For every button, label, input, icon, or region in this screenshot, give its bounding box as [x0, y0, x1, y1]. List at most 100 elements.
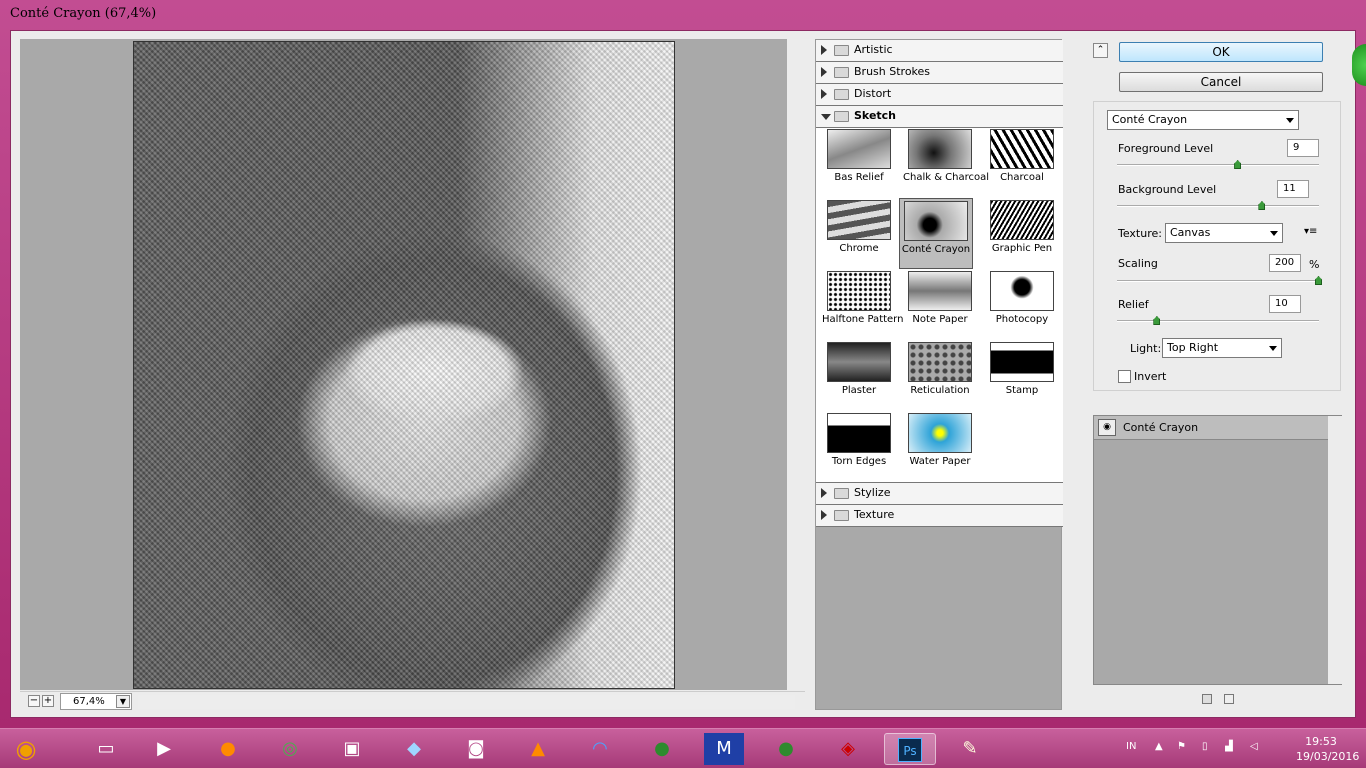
firefox-icon[interactable]: ● — [208, 733, 248, 765]
signal-icon[interactable]: ▟ — [1225, 741, 1233, 752]
category-texture[interactable]: Texture — [816, 505, 1063, 527]
thumb-bas-relief[interactable]: Bas Relief — [822, 129, 896, 183]
filter-gallery: Artistic Brush Strokes Distort Sketch Ba… — [815, 39, 1063, 710]
ok-button[interactable]: OK — [1119, 42, 1323, 62]
category-sketch[interactable]: Sketch — [816, 106, 1063, 128]
terminal-icon[interactable]: ▣ — [332, 733, 372, 765]
thumb-torn-edges[interactable]: Torn Edges — [822, 413, 896, 467]
dropdown-arrow-icon — [1269, 346, 1277, 351]
category-distort[interactable]: Distort — [816, 84, 1063, 106]
explorer-icon[interactable]: ▭ — [86, 733, 126, 765]
expand-arrow-icon — [821, 67, 827, 77]
preview-vertical-scrollbar[interactable] — [787, 39, 805, 690]
preview-image — [133, 41, 675, 689]
preview-zoom-bar: − + 67,4% ▼ — [20, 691, 805, 711]
app-eye-icon[interactable]: ◈ — [828, 733, 868, 765]
invert-checkbox[interactable] — [1118, 370, 1131, 383]
preview-area[interactable] — [20, 39, 805, 690]
vlc-icon[interactable]: ▲ — [518, 733, 558, 765]
light-label: Light: — [1130, 342, 1162, 355]
thumb-charcoal[interactable]: Charcoal — [985, 129, 1059, 183]
new-effect-layer-icon[interactable] — [1202, 694, 1212, 704]
chrome-icon[interactable]: ◎ — [270, 733, 310, 765]
thumb-halftone-pattern[interactable]: Halftone Pattern — [822, 271, 903, 325]
cancel-button[interactable]: Cancel — [1119, 72, 1323, 92]
app-m-icon[interactable]: M — [704, 733, 744, 765]
filter-gallery-dialog: − + 67,4% ▼ Artistic Brush Strokes Disto… — [10, 30, 1356, 718]
light-select[interactable]: Top Right — [1162, 338, 1282, 358]
effect-layers-panel: ◉ Conté Crayon — [1093, 415, 1342, 685]
expand-arrow-icon — [821, 45, 827, 55]
show-hidden-icons[interactable]: ▲ — [1155, 741, 1163, 752]
foreground-level-slider[interactable] — [1117, 160, 1319, 169]
app-green-2-icon[interactable]: ● — [766, 733, 806, 765]
collapse-arrow-icon — [821, 114, 831, 120]
collapse-gallery-icon[interactable]: ⌃ — [1093, 43, 1108, 58]
volume-icon[interactable]: ◁ — [1250, 741, 1258, 752]
thumb-conte-crayon[interactable]: Conté Crayon — [899, 198, 973, 269]
language-indicator[interactable]: IN — [1126, 741, 1136, 752]
wifi-icon[interactable]: ◠ — [580, 733, 620, 765]
thumb-graphic-pen[interactable]: Graphic Pen — [985, 200, 1059, 254]
zoom-in-button[interactable]: + — [42, 695, 54, 707]
thumb-water-paper[interactable]: Water Paper — [903, 413, 977, 467]
camera-icon[interactable]: ◙ — [456, 733, 496, 765]
expand-arrow-icon — [821, 488, 827, 498]
folder-icon — [834, 45, 849, 56]
texture-menu-icon[interactable]: ▾≡ — [1304, 226, 1317, 237]
scaling-label: Scaling — [1118, 257, 1158, 270]
filter-select[interactable]: Conté Crayon — [1107, 110, 1299, 130]
invert-label: Invert — [1134, 370, 1167, 383]
scaling-unit: % — [1309, 258, 1320, 271]
eye-icon[interactable]: ◉ — [1098, 419, 1116, 436]
relief-label: Relief — [1118, 298, 1149, 311]
expand-arrow-icon — [821, 89, 827, 99]
dropdown-arrow-icon — [1286, 118, 1294, 123]
layers-scrollbar[interactable] — [1328, 416, 1342, 684]
effect-layer-row[interactable]: ◉ Conté Crayon — [1094, 416, 1328, 440]
foreground-level-field[interactable]: 9 — [1287, 139, 1319, 157]
background-level-field[interactable]: 11 — [1277, 180, 1309, 198]
title-bar: Conté Crayon (67,4%) — [0, 0, 1366, 28]
notes-icon[interactable]: ◆ — [394, 733, 434, 765]
zoom-dropdown-icon[interactable]: ▼ — [116, 695, 130, 708]
photoshop-task-icon[interactable]: Ps — [884, 733, 936, 765]
flag-icon[interactable]: ⚑ — [1177, 741, 1186, 752]
window-frame: Conté Crayon (67,4%) − + 67,4% ▼ Artisti… — [0, 0, 1366, 728]
thumb-note-paper[interactable]: Note Paper — [903, 271, 977, 325]
relief-slider[interactable] — [1117, 316, 1319, 325]
thumb-plaster[interactable]: Plaster — [822, 342, 896, 396]
thumb-chrome[interactable]: Chrome — [822, 200, 896, 254]
start-button-icon[interactable]: ◉ — [6, 733, 46, 765]
battery-icon[interactable]: ▯ — [1202, 741, 1208, 752]
background-level-slider[interactable] — [1117, 201, 1319, 210]
zoom-out-button[interactable]: − — [28, 695, 40, 707]
folder-icon — [834, 488, 849, 499]
scaling-slider[interactable] — [1117, 276, 1322, 285]
clock-date: 19/03/2016 — [1296, 750, 1360, 763]
delete-effect-layer-icon[interactable] — [1224, 694, 1234, 704]
category-artistic[interactable]: Artistic — [816, 40, 1063, 62]
preview-horizontal-scrollbar[interactable] — [138, 695, 795, 709]
background-level-label: Background Level — [1118, 183, 1217, 196]
expand-arrow-icon — [821, 510, 827, 520]
thumb-stamp[interactable]: Stamp — [985, 342, 1059, 396]
gallery-scrollbar[interactable] — [1063, 39, 1079, 710]
app-green-icon[interactable]: ● — [642, 733, 682, 765]
media-player-icon[interactable]: ▶ — [144, 733, 184, 765]
thumb-chalk-charcoal[interactable]: Chalk & Charcoal — [903, 129, 989, 183]
thumb-photocopy[interactable]: Photocopy — [985, 271, 1059, 325]
folder-icon — [834, 67, 849, 78]
folder-icon — [834, 111, 849, 122]
window-title: Conté Crayon (67,4%) — [10, 6, 157, 21]
thumb-reticulation[interactable]: Reticulation — [903, 342, 977, 396]
category-stylize[interactable]: Stylize — [816, 483, 1063, 505]
texture-select[interactable]: Canvas — [1165, 223, 1283, 243]
paint-icon[interactable]: ✎ — [950, 733, 990, 765]
sketch-thumbnails: Bas Relief Chalk & Charcoal Charcoal Chr… — [816, 128, 1063, 483]
folder-icon — [834, 510, 849, 521]
scaling-field[interactable]: 200 — [1269, 254, 1301, 272]
category-brush-strokes[interactable]: Brush Strokes — [816, 62, 1063, 84]
clock[interactable]: 19:53 19/03/2016 — [1296, 734, 1360, 764]
relief-field[interactable]: 10 — [1269, 295, 1301, 313]
